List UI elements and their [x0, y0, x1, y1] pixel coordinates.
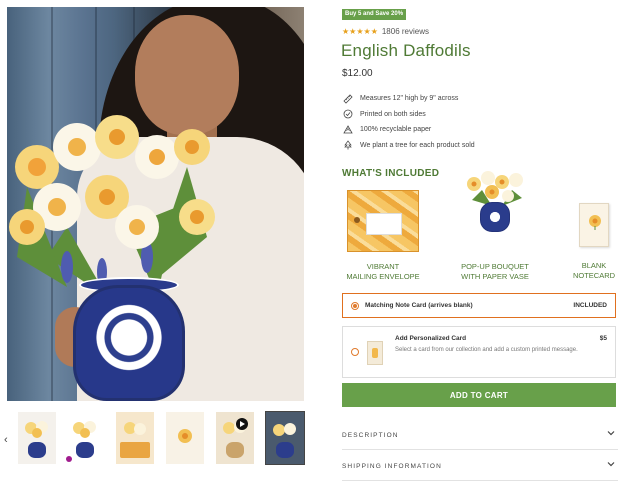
- chevron-left-icon[interactable]: ‹: [4, 434, 8, 446]
- promo-badge: Buy 5 and Save 20%: [342, 9, 407, 20]
- thumbnail-2[interactable]: [66, 412, 104, 464]
- chevron-down-icon: [607, 462, 615, 467]
- product-main-image[interactable]: [7, 7, 304, 401]
- thumbnail-6[interactable]: [265, 411, 305, 465]
- thumbnail-1[interactable]: [18, 412, 56, 464]
- ruler-icon: [342, 94, 354, 104]
- thumbnail-5[interactable]: [216, 412, 254, 464]
- included-bouquet: POP-UP BOUQUET WITH PAPER VASE: [452, 170, 538, 282]
- daffodil-icon: [73, 421, 96, 438]
- product-title: English Daffodils: [341, 41, 471, 60]
- blue-white-vase: [73, 285, 185, 401]
- whats-included-heading: WHAT'S INCLUDED: [342, 168, 440, 179]
- tree-icon: [342, 140, 354, 150]
- card-thumbnail: [367, 341, 383, 365]
- add-to-cart-button[interactable]: ADD TO CART: [342, 383, 616, 407]
- feature-list: Measures 12" high by 9" across Printed o…: [342, 91, 622, 153]
- feature-item: We plant a tree for each product sold: [342, 138, 622, 154]
- chevron-down-icon: [607, 431, 615, 436]
- envelope-image: [347, 190, 419, 252]
- recycle-icon: [342, 124, 354, 135]
- review-count-link[interactable]: 1806 reviews: [382, 27, 429, 36]
- included-notecard: BLANK NOTECARD: [566, 189, 622, 281]
- daffodil-icon: [124, 422, 146, 435]
- star-rating-icon: ★★★★★: [342, 26, 378, 36]
- thumbnail-strip: ‹: [0, 411, 320, 466]
- feature-item: Measures 12" high by 9" across: [342, 91, 622, 107]
- product-price: $12.00: [342, 68, 373, 79]
- rating-row[interactable]: ★★★★★ 1806 reviews: [342, 26, 429, 36]
- notecard-image: [579, 203, 609, 247]
- play-icon: [236, 418, 248, 430]
- daffodil-icon: [273, 423, 296, 436]
- feature-item: Printed on both sides: [342, 107, 622, 123]
- radio-button[interactable]: [351, 348, 359, 356]
- daffodil-icon: [25, 421, 48, 438]
- thumbnail-4[interactable]: [166, 412, 204, 464]
- daffodil-icon: [178, 429, 192, 443]
- option-matching-note-card[interactable]: Matching Note Card (arrives blank) INCLU…: [342, 293, 616, 318]
- thumbnail-3[interactable]: [116, 412, 154, 464]
- included-envelope: VIBRANT MAILING ENVELOPE: [346, 190, 420, 282]
- accordion-shipping-information[interactable]: SHIPPING INFORMATION: [342, 451, 618, 481]
- bouquet-image: [458, 170, 532, 234]
- option-personalized-card[interactable]: Add Personalized Card $5 Select a card f…: [342, 326, 616, 378]
- double-sided-icon: [342, 109, 354, 119]
- feature-item: 100% recyclable paper: [342, 122, 622, 138]
- radio-button[interactable]: [351, 302, 359, 310]
- accordion-description[interactable]: DESCRIPTION: [342, 420, 618, 450]
- color-swatch-dot: [66, 456, 72, 462]
